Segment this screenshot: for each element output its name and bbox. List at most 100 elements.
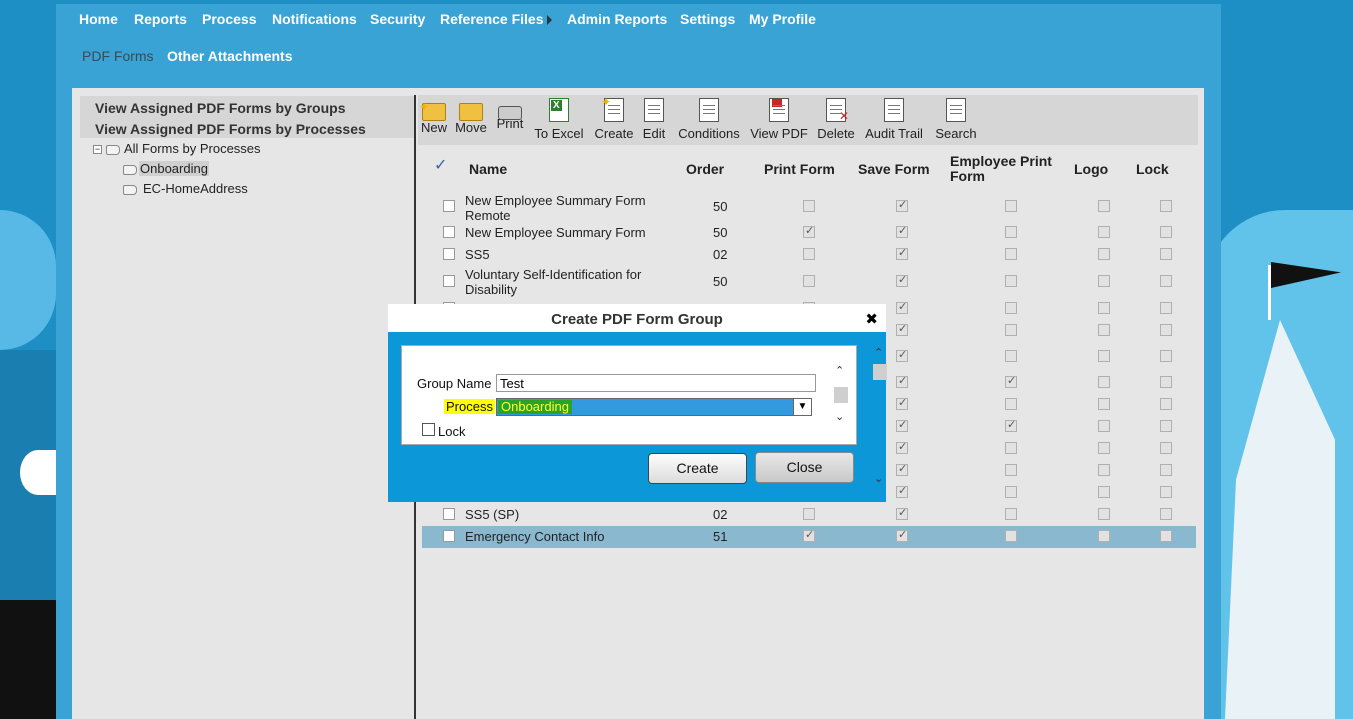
group-name-label: Group Name: [417, 376, 492, 391]
conditions-button[interactable]: Conditions: [673, 97, 745, 141]
tree-item-ec-homeaddress[interactable]: EC-HomeAddress: [119, 181, 248, 196]
col-name[interactable]: Name: [469, 161, 507, 177]
nav-notifications[interactable]: Notifications: [272, 11, 357, 27]
logo-flag: [1098, 350, 1110, 362]
employee-print-flag: [1005, 464, 1017, 476]
save-form-flag: [896, 418, 908, 432]
row-order: 02: [713, 507, 728, 522]
process-select[interactable]: Onboarding ▼: [496, 398, 812, 416]
collapse-icon[interactable]: −: [93, 145, 102, 155]
to-excel-button[interactable]: To Excel: [531, 97, 587, 141]
row-name: SS5 (SP): [465, 507, 520, 522]
nav-reference-files[interactable]: Reference Files: [440, 11, 552, 27]
col-save-form[interactable]: Save Form: [858, 161, 930, 177]
create-toolbar-button[interactable]: Create: [592, 95, 636, 141]
nav-my-profile[interactable]: My Profile: [749, 11, 816, 27]
view-pdf-button[interactable]: View PDF: [749, 97, 809, 141]
lock-flag: [1160, 486, 1172, 498]
lock-checkbox[interactable]: [422, 423, 435, 436]
audit-trail-button[interactable]: Audit Trail: [861, 97, 927, 141]
save-form-flag: [896, 440, 908, 454]
col-lock[interactable]: Lock: [1136, 161, 1169, 177]
create-pdf-form-group-dialog: Create PDF Form Group ✖ Group Name Proce…: [388, 304, 886, 502]
table-row[interactable]: New Employee Summary Form Remote 50: [422, 192, 1196, 223]
subnav-pdf-forms[interactable]: PDF Forms: [82, 48, 154, 64]
logo-flag: [1098, 302, 1110, 314]
nav-security[interactable]: Security: [370, 11, 425, 27]
close-button[interactable]: Close: [755, 452, 854, 483]
nav-reports[interactable]: Reports: [134, 11, 187, 27]
employee-print-flag: [1005, 530, 1017, 542]
row-name: Emergency Contact Info: [465, 529, 605, 544]
delete-button[interactable]: Delete: [815, 97, 857, 141]
scroll-down-icon[interactable]: ⌄: [874, 472, 883, 485]
nav-admin-reports[interactable]: Admin Reports: [567, 11, 667, 27]
table-row[interactable]: SS5 02: [422, 244, 1196, 266]
nav-process[interactable]: Process: [202, 11, 256, 27]
tree-item-onboarding[interactable]: Onboarding: [119, 161, 209, 176]
nav-home[interactable]: Home: [79, 11, 118, 27]
logo-flag: [1098, 275, 1110, 287]
subnav-other-attachments[interactable]: Other Attachments: [167, 48, 293, 64]
col-logo[interactable]: Logo: [1074, 161, 1108, 177]
logo-flag: [1098, 200, 1110, 212]
row-select-checkbox[interactable]: [443, 226, 455, 238]
save-form-flag: [896, 528, 908, 542]
table-row[interactable]: SS5 (SP) 02: [422, 504, 1196, 526]
create-label: Create: [594, 126, 634, 141]
print-button[interactable]: Print: [494, 97, 526, 131]
scroll-thumb[interactable]: [834, 387, 848, 403]
scroll-thumb[interactable]: [873, 364, 887, 380]
logo-flag: [1098, 530, 1110, 542]
scroll-up-icon[interactable]: ⌃: [835, 364, 844, 377]
lock-flag: [1160, 248, 1172, 260]
move-button[interactable]: Move: [453, 97, 489, 135]
new-button[interactable]: New: [419, 97, 448, 135]
employee-print-flag: [1005, 302, 1017, 314]
save-form-flag: [896, 484, 908, 498]
chevron-down-icon[interactable]: ▼: [793, 399, 811, 415]
col-order[interactable]: Order: [686, 161, 724, 177]
move-label: Move: [455, 120, 487, 135]
logo-flag: [1098, 398, 1110, 410]
print-form-flag: [803, 508, 815, 520]
row-order: 50: [713, 274, 728, 289]
lock-flag: [1160, 226, 1172, 238]
row-select-checkbox[interactable]: [443, 530, 455, 542]
edit-button[interactable]: Edit: [640, 97, 668, 141]
delete-label: Delete: [817, 126, 855, 141]
check-all-icon[interactable]: ✓: [434, 155, 447, 175]
close-icon[interactable]: ✖: [865, 310, 878, 328]
conditions-page-icon: [699, 98, 719, 122]
group-name-input[interactable]: [496, 374, 816, 392]
scroll-down-icon[interactable]: ⌄: [835, 410, 844, 423]
view-by-groups-link[interactable]: View Assigned PDF Forms by Groups: [80, 96, 414, 117]
table-row[interactable]: Emergency Contact Info 51: [422, 526, 1196, 548]
edit-page-icon: [644, 98, 664, 122]
create-button[interactable]: Create: [648, 453, 747, 484]
row-select-checkbox[interactable]: [443, 275, 455, 287]
search-button[interactable]: Search: [934, 97, 978, 141]
grid-scrollbar[interactable]: ⌃ ⌄: [872, 346, 888, 492]
row-select-checkbox[interactable]: [443, 508, 455, 520]
tree-root[interactable]: − All Forms by Processes: [93, 141, 261, 156]
lock-flag: [1160, 398, 1172, 410]
save-form-flag: [896, 246, 908, 260]
view-by-processes-link[interactable]: View Assigned PDF Forms by Processes: [80, 117, 414, 138]
table-row[interactable]: Voluntary Self-Identification for Disabi…: [422, 266, 1196, 298]
employee-print-flag: [1005, 226, 1017, 238]
create-page-icon: [601, 95, 624, 122]
nav-settings[interactable]: Settings: [680, 11, 735, 27]
print-form-flag: [803, 224, 815, 238]
employee-print-flag: [1005, 418, 1017, 432]
scroll-up-icon[interactable]: ⌃: [874, 346, 883, 359]
dialog-scrollbar[interactable]: ⌃ ⌄: [833, 354, 849, 438]
row-select-checkbox[interactable]: [443, 248, 455, 260]
col-print-form[interactable]: Print Form: [764, 161, 835, 177]
col-employee-print-form[interactable]: Employee Print Form: [950, 154, 1060, 184]
search-label: Search: [935, 126, 977, 141]
bg-flagpole: [1268, 265, 1271, 320]
lock-flag: [1160, 464, 1172, 476]
row-select-checkbox[interactable]: [443, 200, 455, 212]
table-row[interactable]: New Employee Summary Form 50: [422, 222, 1196, 244]
